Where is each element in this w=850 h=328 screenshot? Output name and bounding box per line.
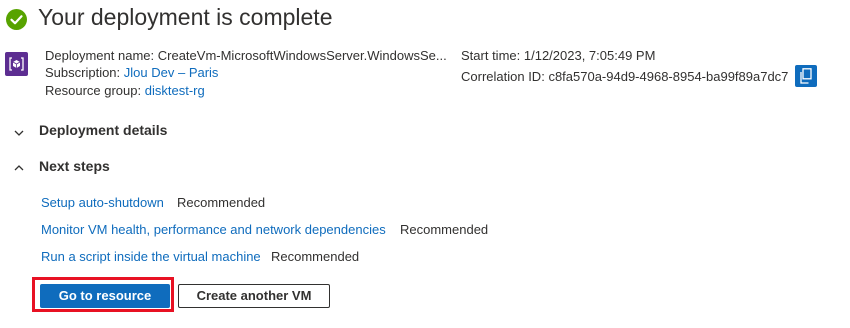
start-time-value: 1/12/2023, 7:05:49 PM <box>523 48 656 63</box>
run-script-link[interactable]: Run a script inside the virtual machine <box>41 249 261 264</box>
correlation-id-value: c8fa570a-94d9-4968-8954-ba99f89a7dc7 <box>548 69 789 84</box>
page-title: Your deployment is complete <box>38 4 333 30</box>
list-item: Run a script inside the virtual machine … <box>41 249 359 264</box>
recommended-label: Recommended <box>271 249 360 264</box>
next-steps-toggle[interactable]: Next steps <box>39 158 110 174</box>
list-item: Monitor VM health, performance and netwo… <box>41 222 488 237</box>
deployment-name-value: CreateVm-MicrosoftWindowsServer.WindowsS… <box>157 48 447 63</box>
resource-group-label: Resource group: <box>45 83 142 98</box>
correlation-id-label: Correlation ID: <box>461 69 545 84</box>
copy-icon[interactable] <box>795 65 817 87</box>
go-to-resource-button[interactable]: Go to resource <box>40 284 170 308</box>
setup-auto-shutdown-link[interactable]: Setup auto-shutdown <box>41 195 164 210</box>
deployment-name-row: Deployment name: CreateVm-MicrosoftWindo… <box>45 47 447 64</box>
start-time-label: Start time: <box>461 48 521 63</box>
chevron-down-icon[interactable] <box>13 126 25 138</box>
resource-group-row: Resource group: disktest-rg <box>45 82 205 99</box>
recommended-label: Recommended <box>177 195 266 210</box>
recommended-label: Recommended <box>400 222 489 237</box>
resource-group-link[interactable]: disktest-rg <box>145 83 205 98</box>
list-item: Setup auto-shutdown Recommended <box>41 195 265 210</box>
create-another-vm-button[interactable]: Create another VM <box>178 284 330 308</box>
start-time-row: Start time: 1/12/2023, 7:05:49 PM <box>461 47 655 64</box>
success-check-icon <box>6 9 27 30</box>
deployment-cube-icon <box>5 52 28 76</box>
subscription-row: Subscription: Jlou Dev – Paris <box>45 64 218 81</box>
monitor-vm-health-link[interactable]: Monitor VM health, performance and netwo… <box>41 222 386 237</box>
subscription-label: Subscription: <box>45 65 121 80</box>
deployment-name-label: Deployment name: <box>45 48 155 63</box>
correlation-id-row: Correlation ID: c8fa570a-94d9-4968-8954-… <box>461 68 788 85</box>
subscription-link[interactable]: Jlou Dev – Paris <box>124 65 219 80</box>
deployment-details-toggle[interactable]: Deployment details <box>39 122 167 138</box>
chevron-up-icon[interactable] <box>13 161 25 173</box>
